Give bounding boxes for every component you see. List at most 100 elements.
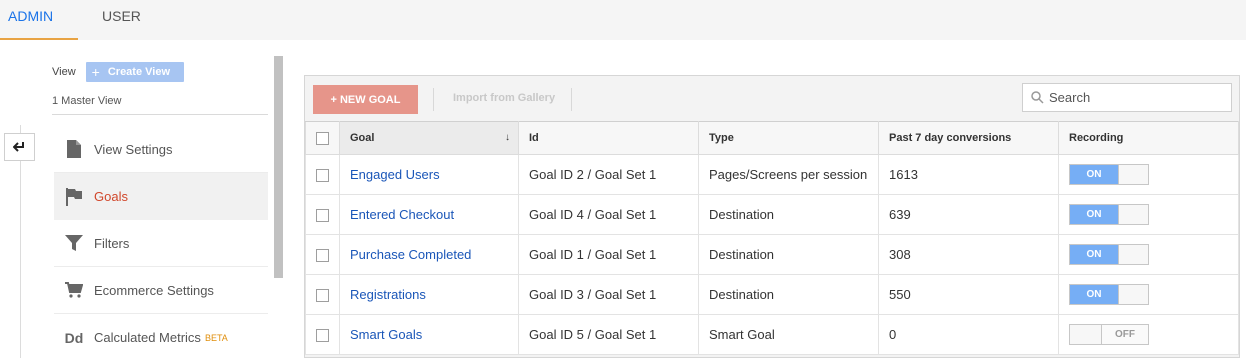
dd-icon: Dd xyxy=(64,329,84,346)
search-input[interactable] xyxy=(1049,90,1219,105)
row-checkbox[interactable] xyxy=(316,289,329,303)
table-row: Engaged Users Goal ID 2 / Goal Set 1 Pag… xyxy=(305,154,1239,195)
row-checkbox[interactable] xyxy=(316,209,329,223)
goal-id-cell: Goal ID 4 / Goal Set 1 xyxy=(518,194,699,235)
search-box[interactable] xyxy=(1022,83,1232,112)
goal-id-cell: Goal ID 2 / Goal Set 1 xyxy=(518,154,699,195)
recording-cell: ON xyxy=(1058,194,1239,235)
select-all-cell xyxy=(305,121,340,155)
column-header-recording[interactable]: Recording xyxy=(1058,121,1239,155)
sidebar-item-label: Calculated Metrics xyxy=(94,330,201,345)
conversions-cell: 550 xyxy=(878,274,1059,315)
goals-toolbar: + NEW GOAL Import from Gallery xyxy=(305,76,1239,121)
goal-name-cell: Engaged Users xyxy=(339,154,519,195)
sidebar-item-view-settings[interactable]: View Settings xyxy=(54,126,268,173)
sidebar-item-label: Filters xyxy=(94,235,130,251)
goals-panel: + NEW GOAL Import from Gallery Goal ↓ Id … xyxy=(304,75,1240,358)
goal-id-cell: Goal ID 1 / Goal Set 1 xyxy=(518,234,699,275)
goal-type-cell: Destination xyxy=(698,194,879,235)
conversions-cell: 0 xyxy=(878,314,1059,355)
goal-link[interactable]: Smart Goals xyxy=(350,327,422,342)
view-row: View + Create View xyxy=(52,62,184,82)
flag-icon xyxy=(54,187,94,206)
recording-toggle[interactable]: OFF xyxy=(1069,324,1149,345)
top-tab-bar: ADMIN USER xyxy=(0,0,1246,40)
table-row: Smart Goals Goal ID 5 / Goal Set 1 Smart… xyxy=(305,314,1239,355)
sidebar-item-label: View Settings xyxy=(94,141,173,157)
sidebar-item-filters[interactable]: Filters xyxy=(54,220,268,267)
sidebar-scrollbar[interactable] xyxy=(274,56,283,278)
conversions-cell: 308 xyxy=(878,234,1059,275)
goal-link[interactable]: Engaged Users xyxy=(350,167,440,182)
recording-toggle[interactable]: ON xyxy=(1069,164,1149,185)
document-icon xyxy=(54,140,94,158)
sidebar-item-label: Ecommerce Settings xyxy=(94,282,214,298)
recording-toggle[interactable]: ON xyxy=(1069,284,1149,305)
row-checkbox[interactable] xyxy=(316,169,329,183)
recording-toggle[interactable]: ON xyxy=(1069,244,1149,265)
recording-cell: OFF xyxy=(1058,314,1239,355)
plus-icon: + xyxy=(91,64,100,80)
toolbar-separator xyxy=(571,88,572,111)
tab-user[interactable]: USER xyxy=(102,0,141,40)
goal-id-cell: Goal ID 5 / Goal Set 1 xyxy=(518,314,699,355)
recording-cell: ON xyxy=(1058,274,1239,315)
column-header-goal[interactable]: Goal ↓ xyxy=(339,121,519,155)
admin-sidebar: View + Create View 1 Master View View Se… xyxy=(52,56,268,358)
row-checkbox[interactable] xyxy=(316,249,329,263)
beta-badge: BETA xyxy=(204,332,228,343)
sidebar-item-goals[interactable]: Goals xyxy=(54,173,268,220)
table-row: Purchase Completed Goal ID 1 / Goal Set … xyxy=(305,234,1239,275)
view-label: View xyxy=(52,66,76,78)
column-label: Goal xyxy=(350,132,375,144)
conversions-cell: 1613 xyxy=(878,154,1059,195)
goal-link[interactable]: Registrations xyxy=(350,287,426,302)
goal-link[interactable]: Entered Checkout xyxy=(350,207,454,222)
row-checkbox[interactable] xyxy=(316,329,329,343)
create-view-label: Create View xyxy=(107,66,171,78)
goal-name-cell: Smart Goals xyxy=(339,314,519,355)
cart-icon xyxy=(54,282,94,298)
tab-admin[interactable]: ADMIN xyxy=(0,0,78,40)
goal-name-cell: Registrations xyxy=(339,274,519,315)
toggle-label: OFF xyxy=(1102,325,1148,344)
new-goal-button[interactable]: + NEW GOAL xyxy=(313,85,418,114)
filter-icon xyxy=(54,235,94,251)
sort-down-icon: ↓ xyxy=(505,132,510,143)
goal-type-cell: Destination xyxy=(698,234,879,275)
search-icon xyxy=(1031,91,1044,104)
recording-cell: ON xyxy=(1058,234,1239,275)
column-header-id[interactable]: Id xyxy=(518,121,699,155)
sidebar-divider xyxy=(52,114,268,115)
row-select-cell xyxy=(305,314,340,355)
table-header-row: Goal ↓ Id Type Past 7 day conversions Rec… xyxy=(305,121,1239,155)
goal-name-cell: Entered Checkout xyxy=(339,194,519,235)
toggle-label: ON xyxy=(1070,285,1118,304)
import-from-gallery-button[interactable]: Import from Gallery xyxy=(453,92,555,104)
toggle-label: ON xyxy=(1070,205,1118,224)
back-arrow-icon xyxy=(12,142,24,152)
goal-name-cell: Purchase Completed xyxy=(339,234,519,275)
goal-link[interactable]: Purchase Completed xyxy=(350,247,471,262)
create-view-button[interactable]: + Create View xyxy=(85,62,184,82)
recording-toggle[interactable]: ON xyxy=(1069,204,1149,225)
table-row: Registrations Goal ID 3 / Goal Set 1 Des… xyxy=(305,274,1239,315)
row-select-cell xyxy=(305,234,340,275)
back-button[interactable] xyxy=(4,133,35,161)
sidebar-item-calculated-metrics[interactable]: Dd Calculated Metrics BETA xyxy=(54,314,268,361)
table-row: Entered Checkout Goal ID 4 / Goal Set 1 … xyxy=(305,194,1239,235)
goal-type-cell: Destination xyxy=(698,274,879,315)
column-header-type[interactable]: Type xyxy=(698,121,879,155)
select-all-checkbox[interactable] xyxy=(316,131,329,145)
toggle-label: ON xyxy=(1070,165,1118,184)
row-select-cell xyxy=(305,154,340,195)
goal-id-cell: Goal ID 3 / Goal Set 1 xyxy=(518,274,699,315)
toolbar-separator xyxy=(433,88,434,111)
master-view-selector[interactable]: 1 Master View xyxy=(52,95,122,107)
row-select-cell xyxy=(305,274,340,315)
goal-type-cell: Pages/Screens per session xyxy=(698,154,879,195)
recording-cell: ON xyxy=(1058,154,1239,195)
row-select-cell xyxy=(305,194,340,235)
sidebar-item-ecommerce-settings[interactable]: Ecommerce Settings xyxy=(54,267,268,314)
column-header-conversions[interactable]: Past 7 day conversions xyxy=(878,121,1059,155)
